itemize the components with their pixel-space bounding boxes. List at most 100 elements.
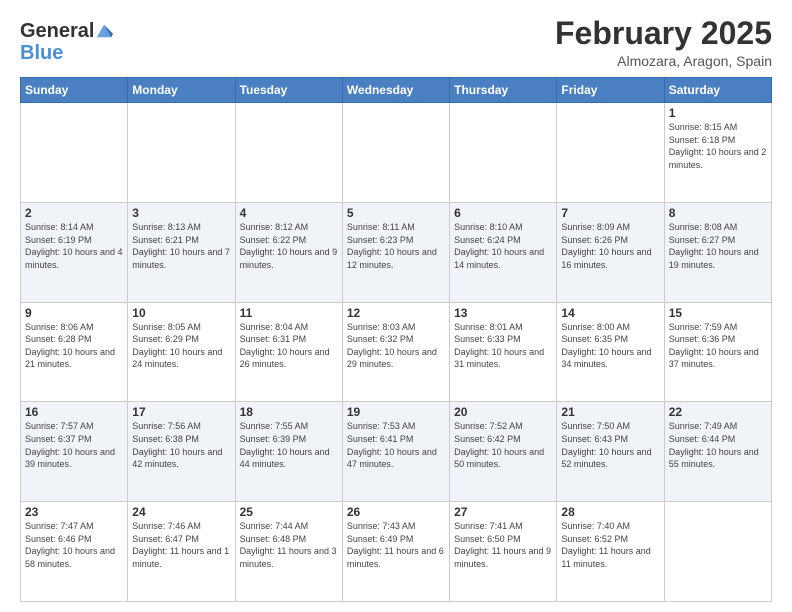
day-info: Sunrise: 8:08 AM Sunset: 6:27 PM Dayligh… [669,221,767,271]
day-cell: 5Sunrise: 8:11 AM Sunset: 6:23 PM Daylig… [342,202,449,302]
day-cell: 2Sunrise: 8:14 AM Sunset: 6:19 PM Daylig… [21,202,128,302]
header-sunday: Sunday [21,78,128,103]
day-cell: 8Sunrise: 8:08 AM Sunset: 6:27 PM Daylig… [664,202,771,302]
empty-cell [664,502,771,602]
empty-cell [557,103,664,203]
header-friday: Friday [557,78,664,103]
day-info: Sunrise: 8:12 AM Sunset: 6:22 PM Dayligh… [240,221,338,271]
header-thursday: Thursday [450,78,557,103]
empty-cell [21,103,128,203]
day-info: Sunrise: 8:04 AM Sunset: 6:31 PM Dayligh… [240,321,338,371]
day-info: Sunrise: 7:40 AM Sunset: 6:52 PM Dayligh… [561,520,659,570]
title-block: February 2025 Almozara, Aragon, Spain [555,16,772,69]
page: General Blue February 2025 Almozara, Ara… [0,0,792,612]
day-cell: 4Sunrise: 8:12 AM Sunset: 6:22 PM Daylig… [235,202,342,302]
empty-cell [235,103,342,203]
day-number: 12 [347,306,445,320]
day-number: 26 [347,505,445,519]
day-number: 13 [454,306,552,320]
day-info: Sunrise: 7:47 AM Sunset: 6:46 PM Dayligh… [25,520,123,570]
day-info: Sunrise: 7:50 AM Sunset: 6:43 PM Dayligh… [561,420,659,470]
day-number: 16 [25,405,123,419]
day-cell: 23Sunrise: 7:47 AM Sunset: 6:46 PM Dayli… [21,502,128,602]
empty-cell [450,103,557,203]
calendar-week-row: 16Sunrise: 7:57 AM Sunset: 6:37 PM Dayli… [21,402,772,502]
day-info: Sunrise: 7:55 AM Sunset: 6:39 PM Dayligh… [240,420,338,470]
day-number: 8 [669,206,767,220]
day-number: 7 [561,206,659,220]
day-number: 10 [132,306,230,320]
day-cell: 6Sunrise: 8:10 AM Sunset: 6:24 PM Daylig… [450,202,557,302]
day-cell: 7Sunrise: 8:09 AM Sunset: 6:26 PM Daylig… [557,202,664,302]
header-saturday: Saturday [664,78,771,103]
day-number: 5 [347,206,445,220]
day-cell: 15Sunrise: 7:59 AM Sunset: 6:36 PM Dayli… [664,302,771,402]
day-cell: 24Sunrise: 7:46 AM Sunset: 6:47 PM Dayli… [128,502,235,602]
day-info: Sunrise: 8:14 AM Sunset: 6:19 PM Dayligh… [25,221,123,271]
header-wednesday: Wednesday [342,78,449,103]
day-number: 25 [240,505,338,519]
calendar-week-row: 23Sunrise: 7:47 AM Sunset: 6:46 PM Dayli… [21,502,772,602]
header-monday: Monday [128,78,235,103]
calendar-week-row: 2Sunrise: 8:14 AM Sunset: 6:19 PM Daylig… [21,202,772,302]
day-info: Sunrise: 7:46 AM Sunset: 6:47 PM Dayligh… [132,520,230,570]
day-number: 9 [25,306,123,320]
day-info: Sunrise: 8:03 AM Sunset: 6:32 PM Dayligh… [347,321,445,371]
day-cell: 12Sunrise: 8:03 AM Sunset: 6:32 PM Dayli… [342,302,449,402]
day-cell: 22Sunrise: 7:49 AM Sunset: 6:44 PM Dayli… [664,402,771,502]
day-cell: 26Sunrise: 7:43 AM Sunset: 6:49 PM Dayli… [342,502,449,602]
day-number: 23 [25,505,123,519]
day-info: Sunrise: 7:59 AM Sunset: 6:36 PM Dayligh… [669,321,767,371]
day-cell: 3Sunrise: 8:13 AM Sunset: 6:21 PM Daylig… [128,202,235,302]
day-info: Sunrise: 7:56 AM Sunset: 6:38 PM Dayligh… [132,420,230,470]
empty-cell [342,103,449,203]
calendar: Sunday Monday Tuesday Wednesday Thursday… [20,77,772,602]
day-number: 3 [132,206,230,220]
logo-general: General [20,20,94,42]
day-number: 21 [561,405,659,419]
day-number: 28 [561,505,659,519]
day-number: 4 [240,206,338,220]
empty-cell [128,103,235,203]
day-info: Sunrise: 7:49 AM Sunset: 6:44 PM Dayligh… [669,420,767,470]
day-number: 14 [561,306,659,320]
day-cell: 20Sunrise: 7:52 AM Sunset: 6:42 PM Dayli… [450,402,557,502]
day-info: Sunrise: 8:11 AM Sunset: 6:23 PM Dayligh… [347,221,445,271]
day-cell: 11Sunrise: 8:04 AM Sunset: 6:31 PM Dayli… [235,302,342,402]
day-number: 18 [240,405,338,419]
day-number: 20 [454,405,552,419]
day-cell: 13Sunrise: 8:01 AM Sunset: 6:33 PM Dayli… [450,302,557,402]
calendar-week-row: 1Sunrise: 8:15 AM Sunset: 6:18 PM Daylig… [21,103,772,203]
day-cell: 21Sunrise: 7:50 AM Sunset: 6:43 PM Dayli… [557,402,664,502]
day-cell: 27Sunrise: 7:41 AM Sunset: 6:50 PM Dayli… [450,502,557,602]
day-info: Sunrise: 7:43 AM Sunset: 6:49 PM Dayligh… [347,520,445,570]
day-info: Sunrise: 7:44 AM Sunset: 6:48 PM Dayligh… [240,520,338,570]
day-number: 1 [669,106,767,120]
day-number: 17 [132,405,230,419]
logo-blue: Blue [20,42,63,64]
day-cell: 9Sunrise: 8:06 AM Sunset: 6:28 PM Daylig… [21,302,128,402]
day-info: Sunrise: 8:06 AM Sunset: 6:28 PM Dayligh… [25,321,123,371]
header-tuesday: Tuesday [235,78,342,103]
day-info: Sunrise: 8:13 AM Sunset: 6:21 PM Dayligh… [132,221,230,271]
day-info: Sunrise: 7:53 AM Sunset: 6:41 PM Dayligh… [347,420,445,470]
day-info: Sunrise: 8:00 AM Sunset: 6:35 PM Dayligh… [561,321,659,371]
day-number: 15 [669,306,767,320]
calendar-week-row: 9Sunrise: 8:06 AM Sunset: 6:28 PM Daylig… [21,302,772,402]
day-info: Sunrise: 8:09 AM Sunset: 6:26 PM Dayligh… [561,221,659,271]
day-number: 6 [454,206,552,220]
day-number: 19 [347,405,445,419]
day-cell: 28Sunrise: 7:40 AM Sunset: 6:52 PM Dayli… [557,502,664,602]
month-title: February 2025 [555,16,772,51]
day-number: 11 [240,306,338,320]
day-cell: 19Sunrise: 7:53 AM Sunset: 6:41 PM Dayli… [342,402,449,502]
day-cell: 18Sunrise: 7:55 AM Sunset: 6:39 PM Dayli… [235,402,342,502]
day-cell: 25Sunrise: 7:44 AM Sunset: 6:48 PM Dayli… [235,502,342,602]
day-info: Sunrise: 8:01 AM Sunset: 6:33 PM Dayligh… [454,321,552,371]
day-cell: 10Sunrise: 8:05 AM Sunset: 6:29 PM Dayli… [128,302,235,402]
day-info: Sunrise: 7:52 AM Sunset: 6:42 PM Dayligh… [454,420,552,470]
day-cell: 14Sunrise: 8:00 AM Sunset: 6:35 PM Dayli… [557,302,664,402]
day-cell: 16Sunrise: 7:57 AM Sunset: 6:37 PM Dayli… [21,402,128,502]
day-number: 22 [669,405,767,419]
day-info: Sunrise: 7:57 AM Sunset: 6:37 PM Dayligh… [25,420,123,470]
